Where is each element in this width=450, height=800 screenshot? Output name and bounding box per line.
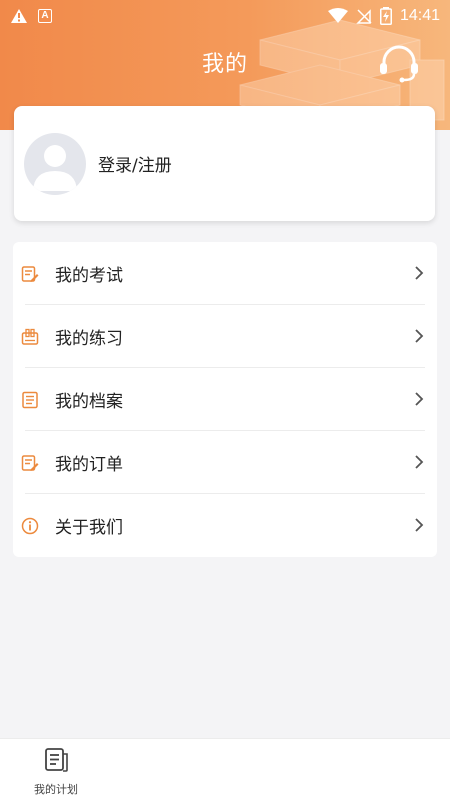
menu-item-label: 关于我们 <box>55 518 123 538</box>
menu-item-label: 我的练习 <box>55 329 123 349</box>
status-bar: A 14:41 <box>0 0 450 32</box>
menu-item-label: 我的档案 <box>55 392 123 412</box>
plan-icon <box>45 748 68 772</box>
wifi-icon <box>327 8 348 23</box>
chevron-right-icon <box>415 455 424 469</box>
chevron-right-icon <box>415 329 424 343</box>
menu-item-my-practice[interactable]: 我的练习 <box>13 305 437 368</box>
headset-icon[interactable] <box>378 44 420 84</box>
chevron-right-icon <box>415 518 424 532</box>
menu-item-label: 我的考试 <box>55 266 123 286</box>
login-card[interactable]: 登录/注册 <box>14 106 435 221</box>
default-avatar-icon <box>24 132 86 195</box>
chevron-right-icon <box>415 392 424 406</box>
nav-item-my-plan[interactable]: 我的计划 <box>25 747 87 797</box>
menu-item-my-exams[interactable]: 我的考试 <box>13 242 437 305</box>
bottom-nav: 我的计划 <box>0 738 450 800</box>
practice-icon <box>21 328 39 346</box>
order-icon <box>21 454 39 472</box>
menu-item-my-archive[interactable]: 我的档案 <box>13 368 437 431</box>
warning-icon <box>11 9 27 23</box>
info-icon <box>21 517 39 535</box>
menu-list: 我的考试 我的练习 我的档案 我的订单 关于我们 <box>13 242 437 557</box>
no-sim-icon <box>356 9 372 24</box>
nav-item-label: 我的计划 <box>34 783 78 796</box>
menu-item-about-us[interactable]: 关于我们 <box>13 494 437 557</box>
chevron-right-icon <box>415 266 424 280</box>
menu-item-my-orders[interactable]: 我的订单 <box>13 431 437 494</box>
archive-icon <box>21 391 39 409</box>
exam-icon <box>21 265 39 283</box>
menu-item-label: 我的订单 <box>55 455 123 475</box>
a-badge-icon: A <box>38 9 52 23</box>
status-time: 14:41 <box>399 7 440 24</box>
battery-icon <box>379 7 392 25</box>
login-register-link[interactable]: 登录/注册 <box>98 151 172 176</box>
